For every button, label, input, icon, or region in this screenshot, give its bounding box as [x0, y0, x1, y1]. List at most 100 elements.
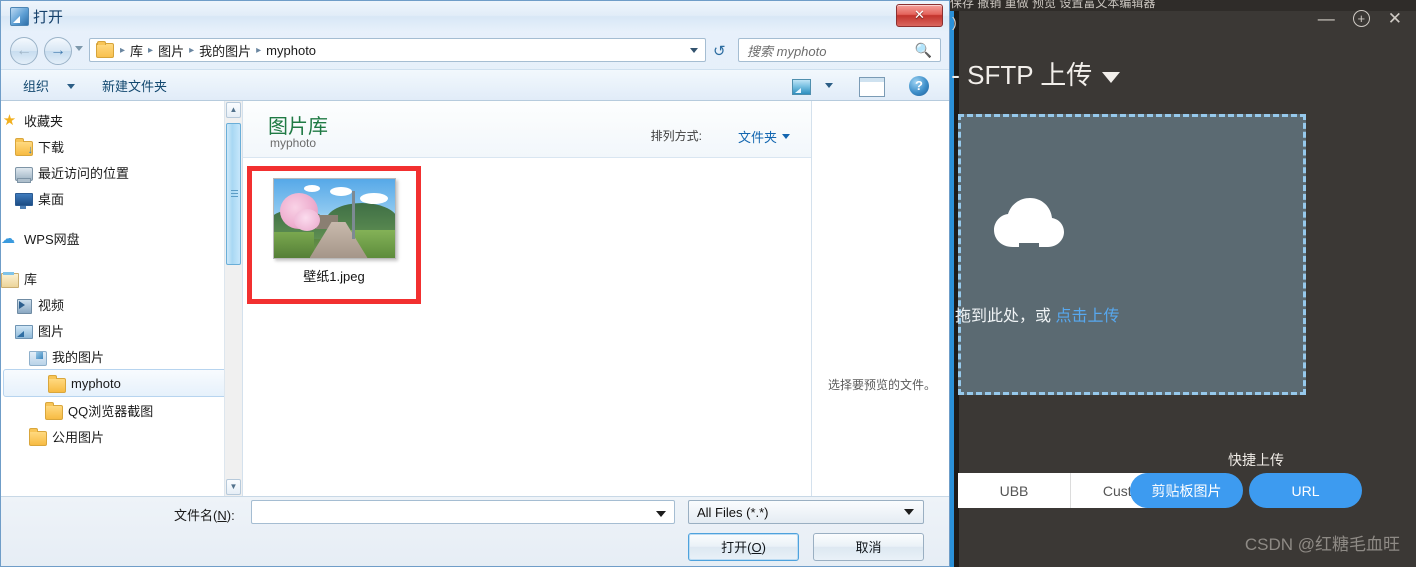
file-type-filter-value: All Files (*.*) [697, 504, 769, 520]
search-placeholder: 搜索 myphoto [747, 43, 827, 59]
sidebar-item-videos[interactable]: 视频 [1, 291, 242, 317]
recent-places-icon [15, 165, 33, 181]
file-dropzone[interactable]: 拖到此处，或 点击上传 [955, 114, 1306, 395]
back-button[interactable]: ← [10, 37, 38, 65]
sidebar-item-favorites[interactable]: ★ 收藏夹 [1, 107, 242, 133]
sidebar-item-wps-cloud[interactable]: ☁ WPS网盘 [1, 225, 242, 251]
arrange-by-value[interactable]: 文件夹 [738, 127, 777, 146]
arrow-right-icon: → [50, 42, 66, 59]
scroll-down-button[interactable]: ▼ [226, 479, 241, 495]
open-label-prefix: 打开( [721, 540, 752, 555]
dialog-body: ★ 收藏夹 下载 最近访问的位置 桌面 ☁ WPS网盘 [1, 101, 949, 496]
address-breadcrumb-bar[interactable]: ▸ 库 ▸ 图片 ▸ 我的图片 ▸ myphoto [89, 38, 706, 62]
cancel-button[interactable]: 取消 [813, 533, 924, 561]
sidebar-item-label: 桌面 [38, 191, 65, 207]
url-upload-button[interactable]: URL [1249, 473, 1362, 508]
open-label-accel: O [751, 540, 762, 555]
forward-button[interactable]: → [44, 37, 72, 65]
filename-label-prefix: 文件名( [174, 508, 218, 523]
chevron-down-icon [904, 509, 914, 515]
preview-pane-icon[interactable] [859, 77, 885, 97]
dialog-toolbar: 组织 新建文件夹 ? [1, 69, 949, 101]
dialog-footer: 文件名(N): All Files (*.*) 打开(O) 取消 [1, 496, 949, 566]
click-to-upload-link[interactable]: 点击上传 [1055, 308, 1119, 325]
open-file-dialog: 打开 ✕ ← → ▸ 库 ▸ 图片 ▸ 我的图片 ▸ myphoto ↺ 搜索 … [0, 0, 950, 567]
refresh-icon[interactable]: ↺ [713, 42, 726, 60]
pictures-library-icon [15, 323, 33, 339]
breadcrumb-item-1[interactable]: 图片 [155, 41, 187, 60]
uploader-heading[interactable]: 传 - SFTP 上传 [950, 55, 1121, 92]
sidebar-item-my-pictures[interactable]: 我的图片 [1, 343, 242, 369]
sidebar-scrollbar[interactable]: ▲ ▼ [224, 101, 242, 496]
scroll-up-button[interactable]: ▲ [226, 102, 241, 118]
open-label-suffix: ) [761, 540, 766, 555]
chevron-down-icon[interactable] [67, 84, 75, 89]
breadcrumb-separator: ▸ [189, 44, 195, 56]
filename-label-accel: N [217, 508, 227, 523]
filename-input[interactable] [251, 500, 675, 524]
clipboard-image-button[interactable]: 剪贴板图片 [1130, 473, 1243, 508]
sidebar-item-recent-places[interactable]: 最近访问的位置 [1, 159, 242, 185]
clipped-title-fragment: ) [952, 14, 957, 30]
maximize-button[interactable]: + [1352, 10, 1370, 27]
sidebar-item-label: 视频 [38, 297, 65, 313]
chevron-down-icon[interactable] [656, 511, 666, 517]
sidebar-item-label: 公用图片 [52, 429, 105, 445]
chevron-down-icon[interactable] [1102, 71, 1121, 83]
sidebar-divider [1, 211, 242, 225]
sidebar-item-public-pictures[interactable]: 公用图片 [1, 423, 242, 449]
breadcrumb-item-0[interactable]: 库 [127, 41, 146, 60]
sidebar-item-label: 我的图片 [52, 349, 105, 365]
navigation-sidebar: ★ 收藏夹 下载 最近访问的位置 桌面 ☁ WPS网盘 [1, 101, 242, 496]
cloud-upload-icon [993, 197, 1065, 253]
triangle-down-icon: ▼ [229, 482, 238, 491]
arrow-left-icon: ← [16, 42, 32, 59]
help-button[interactable]: ? [909, 76, 929, 96]
search-input[interactable]: 搜索 myphoto 🔍 [738, 38, 941, 62]
chevron-down-icon[interactable] [75, 46, 83, 51]
scrollbar-thumb[interactable] [226, 123, 241, 265]
sidebar-item-qq-screenshots[interactable]: QQ浏览器截图 [1, 397, 242, 423]
video-library-icon [15, 297, 32, 314]
sidebar-item-label: WPS网盘 [24, 231, 80, 247]
file-name-label: 壁纸1.jpeg [303, 269, 365, 284]
breadcrumb-separator: ▸ [148, 44, 154, 56]
breadcrumb-item-2[interactable]: 我的图片 [196, 41, 254, 60]
sidebar-item-label: 下载 [38, 139, 65, 155]
sidebar-divider [1, 251, 242, 265]
minimize-button[interactable]: — [1318, 10, 1335, 27]
library-icon [1, 271, 19, 288]
sidebar-item-label: QQ浏览器截图 [68, 403, 154, 419]
sidebar-item-label: myphoto [71, 375, 121, 391]
window-controls: — + ✕ [1318, 10, 1402, 27]
chevron-down-icon[interactable] [690, 47, 698, 53]
sidebar-item-pictures[interactable]: 图片 [1, 317, 242, 343]
sftp-upload-window: 保存 撤销 重做 预览 设置富文本编辑器 ) — + ✕ 传 - SFTP 上传… [950, 0, 1416, 567]
chevron-down-icon[interactable] [825, 83, 833, 88]
sidebar-item-desktop[interactable]: 桌面 [1, 185, 242, 211]
library-subtitle: myphoto [270, 136, 317, 150]
dialog-titlebar: 打开 ✕ [1, 1, 949, 31]
page-title: 图片库 [268, 116, 328, 138]
breadcrumb-item-3[interactable]: myphoto [263, 43, 319, 58]
open-button[interactable]: 打开(O) [688, 533, 799, 561]
search-icon: 🔍 [914, 41, 932, 58]
segment-ubb[interactable]: UBB [958, 473, 1070, 508]
navigation-bar: ← → ▸ 库 ▸ 图片 ▸ 我的图片 ▸ myphoto ↺ 搜索 mypho… [1, 31, 949, 69]
file-type-filter-select[interactable]: All Files (*.*) [688, 500, 924, 524]
file-item[interactable]: 壁纸1.jpeg [258, 178, 410, 285]
close-button[interactable]: ✕ [896, 4, 943, 27]
csdn-watermark: CSDN @红糖毛血旺 [1244, 535, 1400, 554]
view-mode-icon[interactable] [792, 79, 811, 95]
sidebar-item-label: 最近访问的位置 [38, 165, 130, 181]
dialog-title: 打开 [33, 9, 64, 26]
organize-button[interactable]: 组织 [23, 76, 49, 95]
folder-icon [45, 403, 63, 420]
chevron-down-icon[interactable] [782, 134, 790, 139]
close-button[interactable]: ✕ [1388, 10, 1402, 27]
sidebar-item-myphoto[interactable]: myphoto [3, 369, 240, 397]
sidebar-item-downloads[interactable]: 下载 [1, 133, 242, 159]
quick-upload-label: 快捷上传 [1228, 452, 1284, 468]
sidebar-item-libraries[interactable]: 库 [1, 265, 242, 291]
new-folder-button[interactable]: 新建文件夹 [102, 76, 167, 95]
